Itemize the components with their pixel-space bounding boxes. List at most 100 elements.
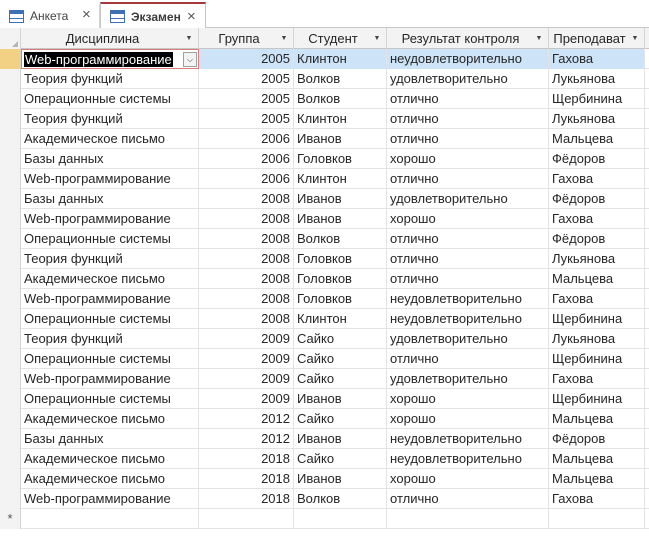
cell-group[interactable]: 2008 [199,209,294,229]
cell-group[interactable]: 2018 [199,469,294,489]
cell-result[interactable]: неудовлетворительно [387,289,549,309]
cell-teacher[interactable]: Мальцева [549,409,645,429]
cell-student[interactable]: Клинтон [294,169,387,189]
cell-result[interactable]: удовлетворительно [387,69,549,89]
cell-student[interactable]: Головков [294,289,387,309]
record-selector[interactable] [0,249,21,269]
table-row[interactable]: Теория функций 2005 Волков удовлетворительн… [0,69,649,89]
record-selector[interactable] [0,329,21,349]
dropdown-arrow-icon[interactable]: ▼ [372,35,382,42]
cell-result[interactable]: отлично [387,89,549,109]
cell-value[interactable]: Web-программирование [24,52,173,67]
cell-student[interactable]: Сайко [294,369,387,389]
cell-discipline[interactable]: Web-программирование [21,369,199,389]
cell-result[interactable]: отлично [387,129,549,149]
cell-discipline[interactable]: Операционные системы [21,389,199,409]
cell-discipline[interactable] [21,509,199,529]
cell-discipline[interactable]: Теория функций [21,249,199,269]
record-selector[interactable] [0,289,21,309]
record-selector[interactable] [0,89,21,109]
cell-student[interactable]: Сайко [294,449,387,469]
record-selector[interactable] [0,389,21,409]
cell-teacher[interactable]: Гахова [549,489,645,509]
cell-discipline[interactable]: Академическое письмо [21,449,199,469]
cell-group[interactable]: 2005 [199,109,294,129]
cell-student[interactable]: Иванов [294,129,387,149]
cell-result[interactable]: отлично [387,229,549,249]
cell-teacher[interactable]: Гахова [549,169,645,189]
cell-result[interactable]: хорошо [387,409,549,429]
chevron-down-icon[interactable]: ⌵ [183,52,197,67]
table-row[interactable]: Теория функций 2008 Головков отлично Лукьяно… [0,249,649,269]
cell-discipline[interactable]: Операционные системы [21,229,199,249]
record-selector[interactable] [0,169,21,189]
cell-discipline[interactable]: Академическое письмо [21,129,199,149]
dropdown-arrow-icon[interactable]: ▼ [184,35,194,42]
table-row[interactable]: Академическое письмо 2018 Сайко неудовлетво… [0,449,649,469]
cell-teacher[interactable]: Гахова [549,209,645,229]
cell-result[interactable]: отлично [387,169,549,189]
cell-teacher[interactable]: Лукьянова [549,249,645,269]
cell-group[interactable]: 2009 [199,389,294,409]
column-header-teacher[interactable]: Преподават ▼ [549,28,645,49]
cell-result[interactable]: хорошо [387,469,549,489]
cell-student[interactable]: Волков [294,89,387,109]
cell-discipline[interactable]: Web-программирование [21,289,199,309]
cell-teacher[interactable]: Мальцева [549,469,645,489]
cell-teacher[interactable]: Мальцева [549,269,645,289]
cell-group[interactable]: 2012 [199,409,294,429]
cell-result[interactable]: неудовлетворительно [387,49,549,69]
cell-discipline[interactable]: Теория функций [21,329,199,349]
column-header-result[interactable]: Результат контроля ▼ [387,28,549,49]
record-selector[interactable] [0,469,21,489]
table-row[interactable]: Теория функций 2009 Сайко удовлетворительно… [0,329,649,349]
cell-teacher[interactable] [549,509,645,529]
cell-discipline[interactable]: Базы данных [21,149,199,169]
cell-group[interactable]: 2008 [199,289,294,309]
record-selector[interactable] [0,49,21,69]
cell-student[interactable]: Иванов [294,469,387,489]
cell-discipline[interactable]: Теория функций [21,69,199,89]
record-selector[interactable] [0,309,21,329]
cell-discipline[interactable]: Академическое письмо [21,269,199,289]
new-record-marker[interactable]: * [0,509,21,529]
cell-teacher[interactable]: Лукьянова [549,109,645,129]
column-header-student[interactable]: Студент ▼ [294,28,387,49]
table-row[interactable]: Базы данных 2012 Иванов неудовлетворительно… [0,429,649,449]
record-selector[interactable] [0,149,21,169]
table-row[interactable]: Академическое письмо 2012 Сайко хорошо Мальц… [0,409,649,429]
cell-student[interactable]: Иванов [294,209,387,229]
cell-discipline[interactable]: Web-программирование ⌵ [21,49,199,69]
cell-teacher[interactable]: Фёдоров [549,189,645,209]
cell-result[interactable] [387,509,549,529]
cell-student[interactable]: Волков [294,489,387,509]
cell-result[interactable]: отлично [387,489,549,509]
cell-student[interactable]: Головков [294,149,387,169]
cell-discipline[interactable]: Теория функций [21,109,199,129]
close-icon[interactable]: × [82,7,91,22]
cell-student[interactable]: Сайко [294,329,387,349]
cell-group[interactable] [199,509,294,529]
cell-group[interactable]: 2008 [199,309,294,329]
table-row[interactable]: Академическое письмо 2008 Головков отлично М… [0,269,649,289]
tab-ekzamen[interactable]: Экзамен × [100,2,206,29]
cell-result[interactable]: неудовлетворительно [387,449,549,469]
table-row[interactable]: Web-программирование 2018 Волков отлично Гах… [0,489,649,509]
cell-result[interactable]: удовлетворительно [387,189,549,209]
cell-discipline[interactable]: Операционные системы [21,89,199,109]
cell-teacher[interactable]: Гахова [549,49,645,69]
column-header-discipline[interactable]: Дисциплина ▼ [21,28,199,49]
table-row[interactable]: Web-программирование 2008 Иванов хорошо Гахо… [0,209,649,229]
cell-student[interactable]: Иванов [294,389,387,409]
cell-group[interactable]: 2009 [199,369,294,389]
select-all-corner[interactable] [0,28,21,49]
cell-group[interactable]: 2009 [199,329,294,349]
cell-result[interactable]: отлично [387,249,549,269]
cell-teacher[interactable]: Щербинина [549,309,645,329]
table-row[interactable]: Операционные системы 2008 Волков отлично Фёд… [0,229,649,249]
record-selector[interactable] [0,349,21,369]
table-row[interactable]: Операционные системы 2009 Сайко отлично Щерб… [0,349,649,369]
cell-discipline[interactable]: Базы данных [21,189,199,209]
cell-group[interactable]: 2008 [199,229,294,249]
cell-teacher[interactable]: Лукьянова [549,329,645,349]
